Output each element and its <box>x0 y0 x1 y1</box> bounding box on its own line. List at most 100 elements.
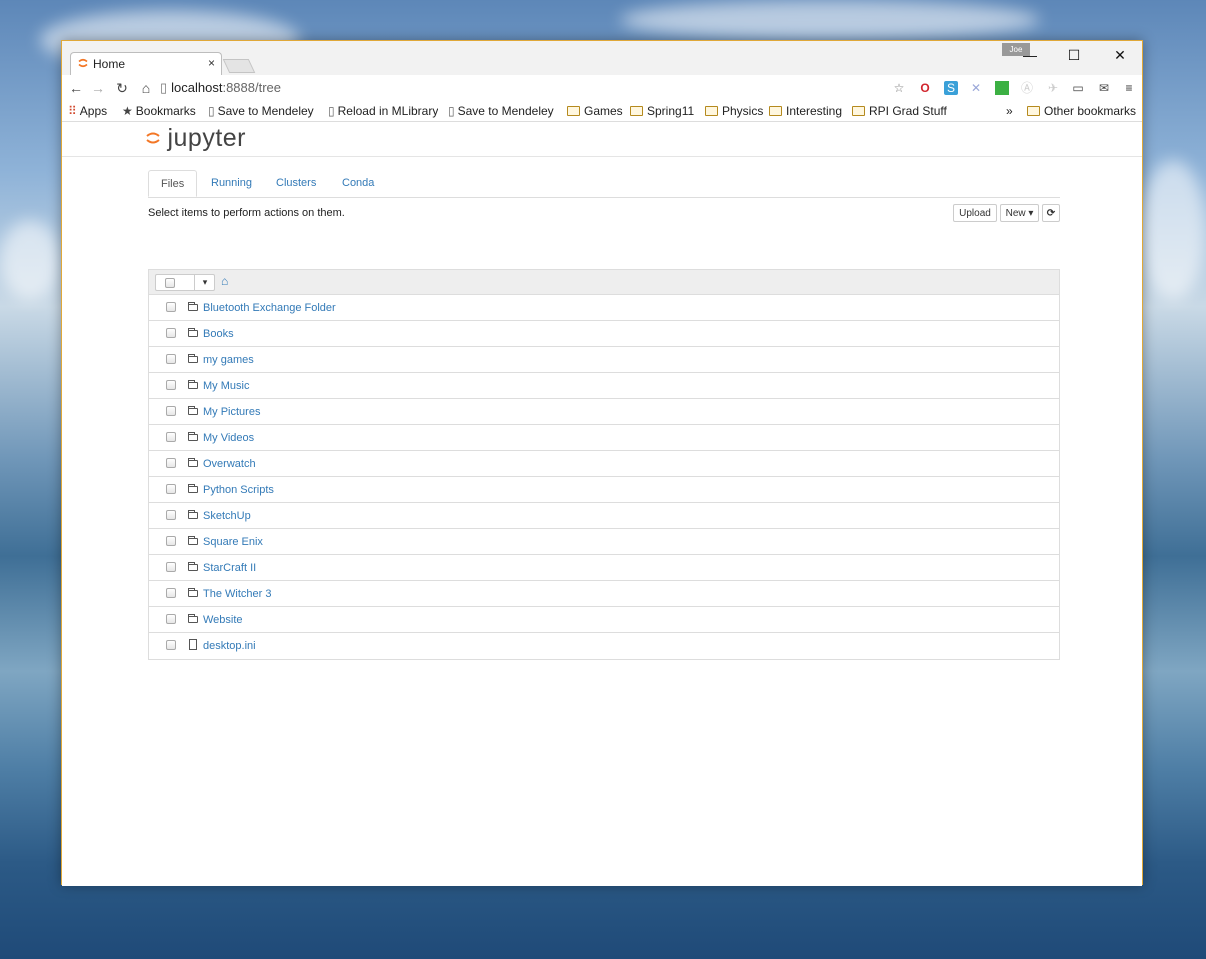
select-dropdown-icon[interactable]: ▾ <box>194 275 215 290</box>
row-checkbox[interactable] <box>166 640 176 650</box>
file-name-link[interactable]: My Pictures <box>203 406 260 418</box>
skype-icon[interactable]: S <box>944 81 958 95</box>
bookmark-item[interactable]: ▯ Save to Mendeley <box>448 104 556 118</box>
select-all-checkbox[interactable] <box>165 278 175 288</box>
close-window-icon[interactable]: ✕ <box>1100 47 1140 64</box>
menu-icon[interactable]: ≡ <box>1122 81 1136 95</box>
row-checkbox[interactable] <box>166 458 176 468</box>
sheets-icon[interactable] <box>995 81 1009 95</box>
row-checkbox[interactable] <box>166 302 176 312</box>
bookmark-item[interactable]: ▯ Reload in MLibrary <box>328 104 438 118</box>
back-arrow-icon[interactable]: ← <box>68 80 84 96</box>
jupyter-logo[interactable]: jupyter <box>146 124 246 153</box>
file-name-link[interactable]: my games <box>203 354 254 366</box>
file-row[interactable]: The Witcher 3 <box>149 581 1059 607</box>
file-row[interactable]: Square Enix <box>149 529 1059 555</box>
folder-icon <box>188 614 198 623</box>
file-name-link[interactable]: Website <box>203 614 243 626</box>
file-list: Bluetooth Exchange Folder Books my games My… <box>148 295 1060 660</box>
file-row[interactable]: my games <box>149 347 1059 373</box>
bookmark-bookmarks[interactable]: ★ Bookmarks <box>122 104 196 118</box>
reload-icon[interactable]: ↻ <box>114 80 130 97</box>
refresh-icon[interactable]: ⟳ <box>1042 204 1060 222</box>
page-icon: ▯ <box>328 104 335 118</box>
file-name-link[interactable]: My Music <box>203 380 249 392</box>
row-checkbox[interactable] <box>166 510 176 520</box>
file-name-link[interactable]: Python Scripts <box>203 484 274 496</box>
url-path: :8888/tree <box>222 80 282 95</box>
file-name-link[interactable]: Square Enix <box>203 536 263 548</box>
bookmark-item[interactable]: ▯ Save to Mendeley <box>208 104 316 118</box>
select-all-group[interactable]: ▾ <box>155 274 215 291</box>
bookmark-folder[interactable]: RPI Grad Stuff <box>852 104 947 118</box>
file-name-link[interactable]: My Videos <box>203 432 254 444</box>
file-row[interactable]: Python Scripts <box>149 477 1059 503</box>
row-checkbox[interactable] <box>166 536 176 546</box>
row-checkbox[interactable] <box>166 432 176 442</box>
row-checkbox[interactable] <box>166 354 176 364</box>
file-name-link[interactable]: Bluetooth Exchange Folder <box>203 302 336 314</box>
row-checkbox[interactable] <box>166 614 176 624</box>
bookmark-folder[interactable]: Physics <box>705 104 763 118</box>
tab-files[interactable]: Files <box>148 170 198 197</box>
bookmark-star-icon[interactable]: ☆ <box>892 81 906 95</box>
file-row[interactable]: My Videos <box>149 425 1059 451</box>
home-icon[interactable]: ⌂ <box>138 80 154 96</box>
file-row[interactable]: Bluetooth Exchange Folder <box>149 295 1059 321</box>
extension-x-icon[interactable]: ✕ <box>969 81 983 95</box>
new-tab-button[interactable] <box>222 59 256 73</box>
mail-icon[interactable]: ✉ <box>1097 81 1111 95</box>
file-row[interactable]: desktop.ini <box>149 633 1059 659</box>
folder-icon <box>188 484 198 493</box>
bookmark-other[interactable]: Other bookmarks <box>1027 104 1136 118</box>
file-row[interactable]: My Music <box>149 373 1059 399</box>
bookmark-folder[interactable]: Games <box>567 104 623 118</box>
file-row[interactable]: StarCraft II <box>149 555 1059 581</box>
home-breadcrumb-icon[interactable]: ⌂ <box>221 274 228 288</box>
file-row[interactable]: SketchUp <box>149 503 1059 529</box>
file-name-link[interactable]: SketchUp <box>203 510 251 522</box>
new-button[interactable]: New ▾ <box>1000 204 1039 222</box>
file-row[interactable]: My Pictures <box>149 399 1059 425</box>
row-checkbox[interactable] <box>166 562 176 572</box>
row-checkbox[interactable] <box>166 328 176 338</box>
forward-arrow-icon[interactable]: → <box>90 80 106 96</box>
opera-icon[interactable]: O <box>918 81 932 95</box>
folder-icon <box>188 354 198 363</box>
jupyter-logo-icon <box>146 132 160 144</box>
extension-a-icon[interactable]: Ⓐ <box>1020 81 1034 95</box>
tab-clusters[interactable]: Clusters <box>264 170 328 196</box>
tab-running[interactable]: Running <box>199 170 264 196</box>
upload-button[interactable]: Upload <box>953 204 997 222</box>
extension-bird-icon[interactable]: ✈ <box>1046 81 1060 95</box>
list-header: ▾ ⌂ <box>148 269 1060 295</box>
file-row[interactable]: Overwatch <box>149 451 1059 477</box>
row-checkbox[interactable] <box>166 380 176 390</box>
minimize-icon[interactable]: — <box>1010 47 1050 63</box>
url-host: localhost <box>171 80 223 95</box>
browser-tab[interactable]: Home × <box>70 52 222 76</box>
file-row[interactable]: Website <box>149 607 1059 633</box>
row-checkbox[interactable] <box>166 484 176 494</box>
tab-conda[interactable]: Conda <box>330 170 386 196</box>
page-icon: ▯ <box>448 104 455 118</box>
bookmark-apps[interactable]: ⠿ Apps <box>68 104 107 118</box>
file-row[interactable]: Books <box>149 321 1059 347</box>
bookmarks-overflow[interactable]: » <box>1006 104 1013 118</box>
jupyter-header: jupyter <box>62 122 1142 157</box>
row-checkbox[interactable] <box>166 406 176 416</box>
folder-icon <box>188 562 198 571</box>
tab-close-icon[interactable]: × <box>208 56 215 70</box>
folder-icon <box>188 380 198 389</box>
file-name-link[interactable]: Overwatch <box>203 458 256 470</box>
file-name-link[interactable]: StarCraft II <box>203 562 256 574</box>
file-name-link[interactable]: The Witcher 3 <box>203 588 271 600</box>
bookmark-folder[interactable]: Spring11 <box>630 104 694 118</box>
address-bar[interactable]: ▯ localhost:8888/tree <box>160 78 920 98</box>
maximize-icon[interactable]: ☐ <box>1054 47 1094 64</box>
file-name-link[interactable]: Books <box>203 328 234 340</box>
bookmark-folder[interactable]: Interesting <box>769 104 842 118</box>
row-checkbox[interactable] <box>166 588 176 598</box>
cast-icon[interactable]: ▭ <box>1071 81 1085 95</box>
file-name-link[interactable]: desktop.ini <box>203 640 256 652</box>
